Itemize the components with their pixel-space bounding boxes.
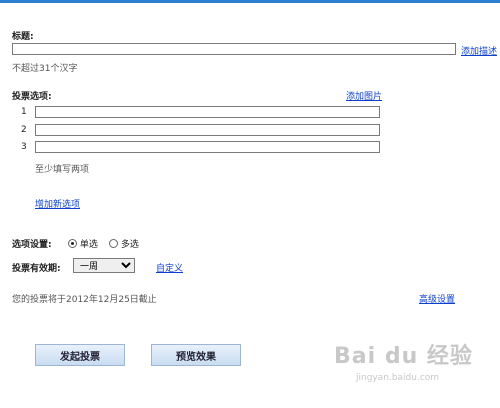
add-description-link[interactable]: 添加描述 [461,44,497,57]
option-number: 2 [21,125,27,135]
add-option-link[interactable]: 增加新选项 [35,197,80,210]
option-input-3[interactable] [35,141,380,153]
radio-unselected-icon [109,239,118,248]
single-choice-radio[interactable]: 单选 [68,237,98,250]
submit-vote-button[interactable]: 发起投票 [35,344,125,366]
settings-label: 选项设置: [12,240,52,250]
options-hint: 至少填写两项 [35,165,90,175]
deadline-text: 您的投票将于2012年12月25日截止 [12,295,157,305]
option-number: 1 [21,107,27,117]
multi-choice-radio[interactable]: 多选 [109,237,139,250]
watermark-logo: Bai du 经验 [334,344,473,369]
top-accent-bar [0,0,500,3]
validity-select[interactable]: 一周 [73,258,135,273]
custom-validity-link[interactable]: 自定义 [156,261,183,274]
option-number: 3 [21,142,27,152]
validity-label: 投票有效期: [12,264,61,274]
watermark-url: jingyan.baidu.com [356,373,440,383]
title-hint: 不超过31个汉字 [12,64,78,74]
radio-selected-icon [68,239,77,248]
options-label: 投票选项: [12,92,52,102]
advanced-settings-link[interactable]: 高级设置 [419,292,455,305]
single-choice-label: 单选 [79,240,98,250]
option-input-1[interactable] [35,106,380,118]
add-image-link[interactable]: 添加图片 [346,89,382,102]
option-input-2[interactable] [35,124,380,136]
preview-button[interactable]: 预览效果 [151,344,241,366]
title-input[interactable] [12,43,456,55]
multi-choice-label: 多选 [120,240,139,250]
title-label: 标题: [12,32,34,42]
